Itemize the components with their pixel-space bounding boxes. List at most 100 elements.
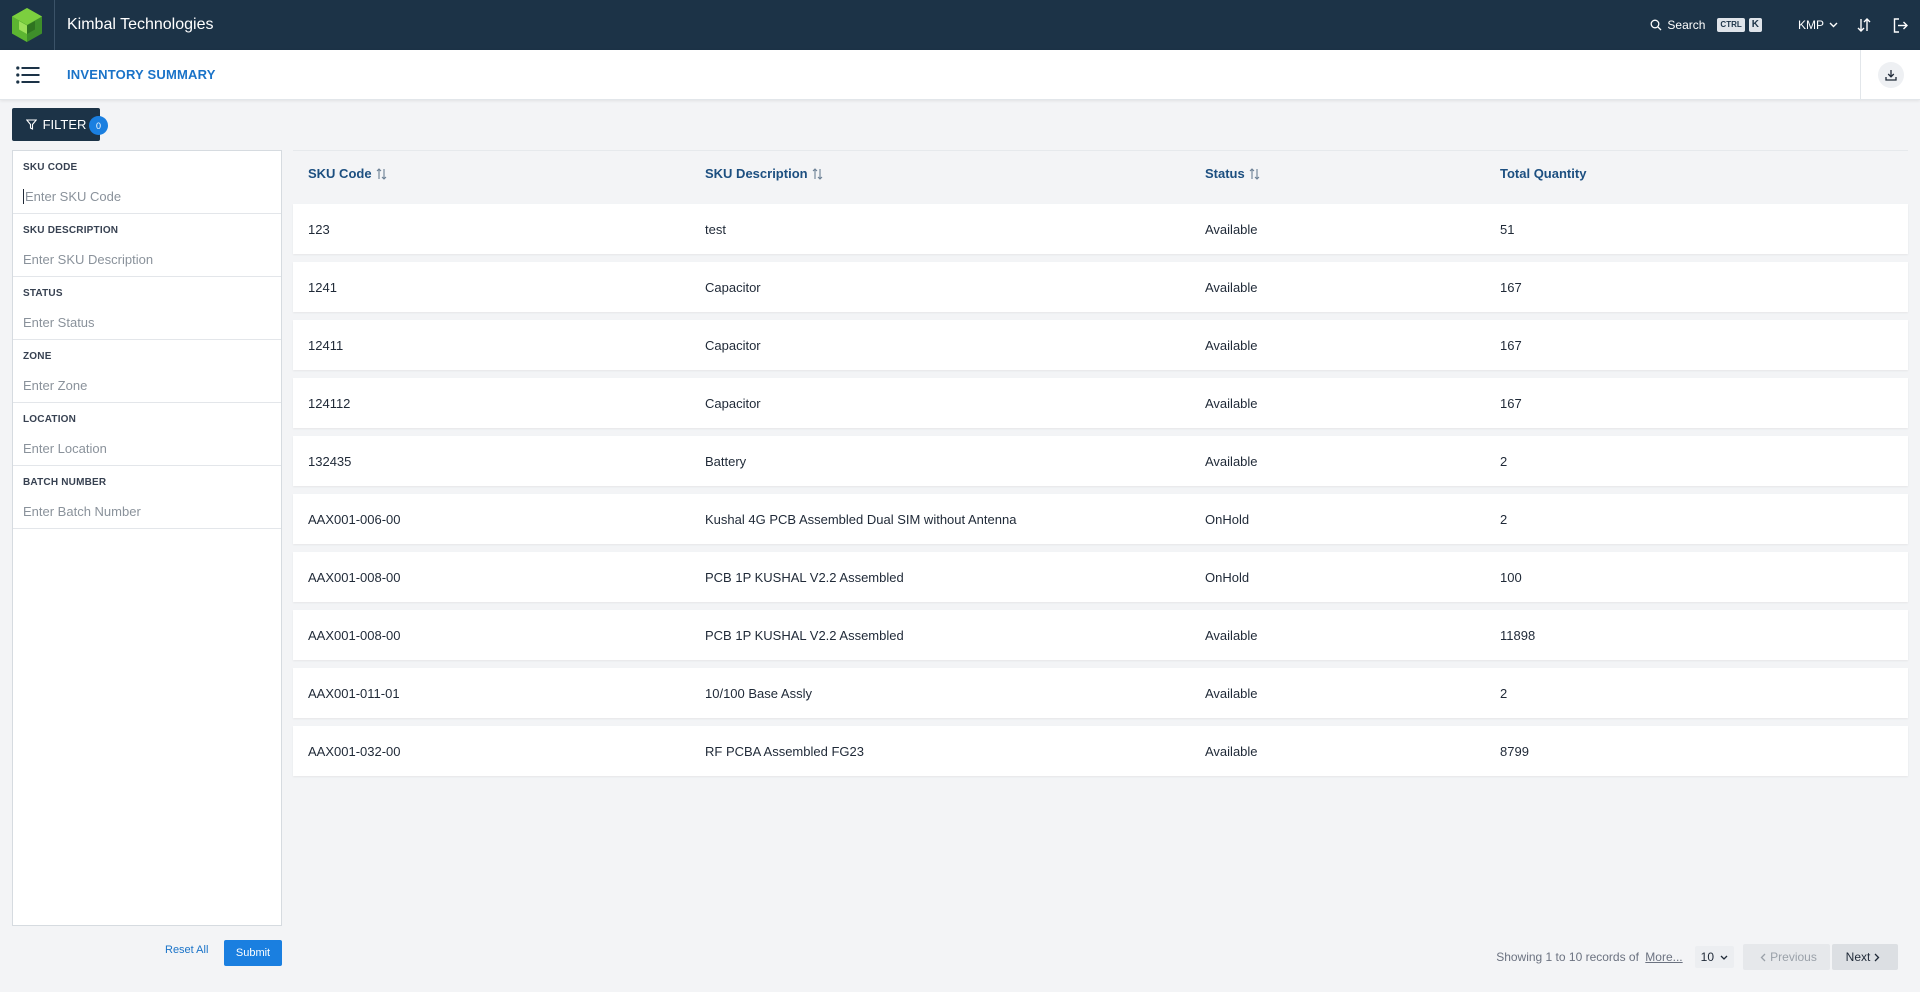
table-row[interactable]: AAX001-032-00 RF PCBA Assembled FG23 Ava… [293, 726, 1908, 776]
sku-description-input[interactable] [23, 252, 271, 267]
cell-status: Available [1205, 627, 1258, 643]
column-header-status[interactable]: Status [1205, 166, 1500, 181]
more-records-link[interactable]: More... [1645, 950, 1682, 964]
records-summary: Showing 1 to 10 records of More... [1496, 950, 1682, 964]
filter-label: SKU CODE [23, 162, 78, 173]
chevron-down-icon [1720, 955, 1728, 960]
search-label: Search [1667, 18, 1706, 32]
table-row[interactable]: 12411 Capacitor Available 167 [293, 320, 1908, 370]
cell-total-quantity: 167 [1500, 279, 1522, 295]
hamburger-list-icon [15, 65, 39, 84]
column-header-sku-description[interactable]: SKU Description [705, 166, 1205, 181]
previous-page-button[interactable]: Previous [1743, 944, 1830, 970]
batch-number-input[interactable] [23, 504, 271, 519]
cell-status: Available [1205, 221, 1258, 237]
filter-funnel-icon [25, 119, 37, 130]
app-title: Kimbal Technologies [67, 16, 214, 33]
logout-icon [1893, 17, 1908, 33]
sort-icon [1249, 167, 1260, 180]
next-page-button[interactable]: Next [1832, 944, 1898, 970]
chevron-right-icon [1874, 953, 1880, 961]
column-header-label: SKU Description [705, 166, 808, 181]
chevron-left-icon [1760, 953, 1766, 961]
cell-total-quantity: 11898 [1500, 627, 1536, 643]
cell-sku-description: Battery [705, 453, 747, 469]
page-header: INVENTORY SUMMARY [0, 50, 1920, 100]
status-input[interactable] [23, 315, 271, 330]
location-input[interactable] [23, 441, 271, 456]
cell-total-quantity: 8799 [1500, 743, 1529, 759]
sku-code-input[interactable] [23, 189, 271, 204]
cell-sku-description: Capacitor [705, 337, 761, 353]
table-row[interactable]: 123 test Available 51 [293, 204, 1908, 254]
cell-total-quantity: 2 [1500, 511, 1508, 527]
filter-label: STATUS [23, 288, 63, 299]
cell-status: Available [1205, 453, 1258, 469]
column-header-label: SKU Code [308, 166, 372, 181]
cell-total-quantity: 100 [1500, 569, 1522, 585]
page-size-value: 10 [1700, 950, 1714, 964]
table-row[interactable]: 132435 Battery Available 2 [293, 436, 1908, 486]
records-summary-text: Showing 1 to 10 records of [1496, 950, 1639, 964]
global-search-button[interactable]: Search CTRL K [1650, 18, 1762, 32]
download-icon [1884, 70, 1897, 81]
cell-total-quantity: 51 [1500, 221, 1515, 237]
table-row[interactable]: AAX001-008-00 PCB 1P KUSHAL V2.2 Assembl… [293, 610, 1908, 660]
filter-batch-number: BATCH NUMBER [13, 466, 281, 529]
cell-sku-code: 1241 [308, 279, 337, 295]
submit-button[interactable]: Submit [224, 940, 282, 966]
next-label: Next [1845, 950, 1871, 964]
filter-count-badge: 0 [89, 116, 108, 135]
inventory-table: SKU Code SKU Description Status Total Qu… [293, 150, 1908, 784]
cell-sku-code: AAX001-006-00 [308, 511, 401, 527]
cell-sku-description: test [705, 221, 726, 237]
reset-all-link[interactable]: Reset All [165, 944, 208, 956]
cell-sku-description: PCB 1P KUSHAL V2.2 Assembled [705, 569, 904, 585]
filter-sku-description: SKU DESCRIPTION [13, 214, 281, 277]
cell-status: Available [1205, 685, 1258, 701]
filter-label: ZONE [23, 351, 52, 362]
user-menu-dropdown[interactable]: KMP [1798, 18, 1838, 32]
filter-zone: ZONE [13, 340, 281, 403]
filter-label: BATCH NUMBER [23, 477, 107, 488]
previous-label: Previous [1770, 950, 1817, 964]
cell-sku-code: AAX001-008-00 [308, 627, 401, 643]
download-button[interactable] [1877, 62, 1904, 88]
filter-button-label: FILTER [42, 117, 87, 132]
filter-sku-code: SKU CODE [13, 151, 281, 214]
table-row[interactable]: AAX001-008-00 PCB 1P KUSHAL V2.2 Assembl… [293, 552, 1908, 602]
logout-button[interactable] [1882, 0, 1918, 50]
table-header: SKU Code SKU Description Status Total Qu… [293, 150, 1908, 196]
page-title: INVENTORY SUMMARY [67, 67, 216, 82]
table-row[interactable]: AAX001-006-00 Kushal 4G PCB Assembled Du… [293, 494, 1908, 544]
user-name: KMP [1797, 18, 1824, 32]
company-logo-icon[interactable] [0, 0, 55, 50]
chevron-down-icon [1829, 22, 1838, 28]
cell-total-quantity: 2 [1500, 453, 1508, 469]
cell-sku-description: Kushal 4G PCB Assembled Dual SIM without… [705, 511, 1017, 527]
column-header-total-quantity: Total Quantity [1500, 166, 1800, 181]
column-header-sku-code[interactable]: SKU Code [293, 166, 705, 181]
cell-total-quantity: 167 [1500, 337, 1522, 353]
cell-total-quantity: 167 [1500, 395, 1522, 411]
download-area [1860, 50, 1920, 100]
cell-status: Available [1205, 395, 1258, 411]
cell-total-quantity: 2 [1500, 685, 1508, 701]
filter-label: LOCATION [23, 414, 77, 425]
table-row[interactable]: AAX001-011-01 10/100 Base Assly Availabl… [293, 668, 1908, 718]
cell-sku-code: 123 [308, 221, 330, 237]
zone-input[interactable] [23, 378, 271, 393]
shortcut-ctrl-key: CTRL [1717, 18, 1745, 32]
column-header-label: Total Quantity [1500, 166, 1587, 181]
cell-sku-code: AAX001-008-00 [308, 569, 401, 585]
filter-button[interactable]: FILTER [12, 108, 100, 141]
menu-toggle-button[interactable] [0, 50, 55, 100]
sort-toggle-button[interactable] [1846, 0, 1882, 50]
page-size-select[interactable]: 10 [1694, 946, 1734, 968]
table-row[interactable]: 124112 Capacitor Available 167 [293, 378, 1908, 428]
table-row[interactable]: 1241 Capacitor Available 167 [293, 262, 1908, 312]
cell-sku-description: Capacitor [705, 279, 761, 295]
cell-status: OnHold [1205, 511, 1250, 527]
cell-sku-code: AAX001-011-01 [308, 685, 400, 701]
filter-status: STATUS [13, 277, 281, 340]
